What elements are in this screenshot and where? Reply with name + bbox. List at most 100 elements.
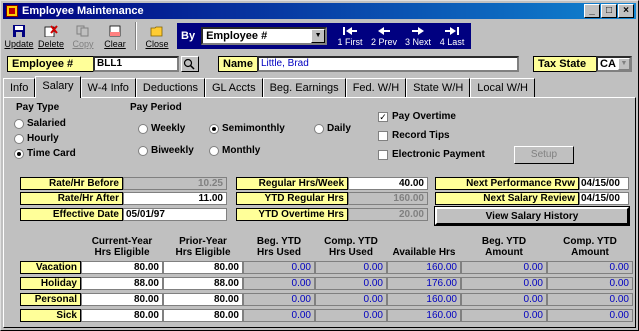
cell: 0.00 (315, 261, 387, 274)
prev-button[interactable]: 2 Prev (367, 23, 401, 49)
next-salary-review-label: Next Salary Review (435, 192, 579, 205)
rate-after-label: Rate/Hr After (20, 192, 123, 205)
setup-button[interactable]: Setup (514, 146, 574, 164)
cell[interactable]: 80.00 (81, 293, 163, 306)
pay-type-label: Pay Type (16, 102, 60, 113)
employee-number-label: Employee # (7, 56, 95, 72)
employee-header: Employee # BLL1 Name Little, Brad Tax St… (3, 54, 636, 74)
record-navigation: 1 First 2 Prev 3 Next 4 Last (331, 23, 472, 49)
row-label-vacation: Vacation (20, 261, 81, 274)
pay-type-hourly-radio[interactable]: Hourly (14, 133, 59, 144)
pay-period-daily-radio[interactable]: Daily (314, 123, 351, 134)
next-button[interactable]: 3 Next (401, 23, 435, 49)
cell: 0.00 (547, 309, 633, 322)
pay-type-time-card-radio[interactable]: Time Card (14, 148, 76, 159)
tab-local-wh[interactable]: Local W/H (470, 78, 536, 98)
cell[interactable]: 80.00 (163, 293, 243, 306)
cell: 160.00 (387, 309, 461, 322)
rate-after-field[interactable]: 11.00 (123, 192, 227, 205)
tab-beg-earnings[interactable]: Beg. Earnings (262, 78, 346, 98)
right-arrow-icon (412, 27, 425, 35)
maximize-button[interactable]: □ (601, 4, 617, 18)
last-button[interactable]: 4 Last (435, 23, 469, 49)
cell: 0.00 (547, 261, 633, 274)
pay-period-monthly-radio[interactable]: Monthly (209, 145, 260, 156)
tax-state-label: Tax State (533, 56, 597, 72)
record-tips-checkbox[interactable]: Record Tips (378, 130, 450, 141)
close-button[interactable]: Close (141, 21, 173, 51)
ytd-overtime-hrs-label: YTD Overtime Hrs (236, 208, 348, 221)
employee-number-field[interactable]: BLL1 (93, 56, 179, 72)
row-label-sick: Sick (20, 309, 81, 322)
cell: 0.00 (315, 277, 387, 290)
employee-lookup-button[interactable] (181, 56, 199, 72)
name-field[interactable]: Little, Brad (257, 56, 519, 72)
cell: 160.00 (387, 293, 461, 306)
last-arrow-icon (445, 27, 460, 35)
copy-button[interactable]: Copy (67, 21, 99, 51)
tab-strip: Info Salary W-4 Info Deductions GL Accts… (3, 76, 636, 98)
delete-button[interactable]: Delete (35, 21, 67, 51)
tab-state-wh[interactable]: State W/H (406, 78, 471, 98)
cell[interactable]: 88.00 (163, 277, 243, 290)
regular-hrs-week-label: Regular Hrs/Week (236, 177, 348, 190)
cell: 0.00 (461, 309, 547, 322)
cell[interactable]: 80.00 (163, 309, 243, 322)
tax-state-select[interactable]: CA ▼ (596, 56, 632, 72)
update-button[interactable]: Update (3, 21, 35, 51)
cell[interactable]: 80.00 (163, 261, 243, 274)
cell: 0.00 (315, 293, 387, 306)
rate-before-value: 10.25 (123, 177, 227, 190)
toolbar: Update Delete Copy Clear Close By Employ… (3, 20, 636, 52)
sort-by-group: By Employee # ▼ (177, 23, 332, 49)
ytd-regular-hrs-value: 160.00 (348, 192, 428, 205)
col-header-comp-ytd-amount: Comp. YTD Amount (563, 236, 617, 258)
cell[interactable]: 88.00 (81, 277, 163, 290)
cell: 0.00 (547, 277, 633, 290)
tab-fed-wh[interactable]: Fed. W/H (345, 78, 407, 98)
minimize-button[interactable]: _ (584, 4, 600, 18)
col-header-prior-year: Prior-Year Hrs Eligible (175, 236, 231, 258)
pay-period-semimonthly-radio[interactable]: Semimonthly (209, 123, 285, 134)
tab-salary[interactable]: Salary (35, 76, 81, 98)
tab-info[interactable]: Info (3, 78, 36, 98)
delete-icon (44, 25, 58, 37)
by-label: By (181, 30, 196, 42)
pay-overtime-checkbox[interactable]: ✓ Pay Overtime (378, 111, 456, 122)
cell[interactable]: 80.00 (81, 261, 163, 274)
pay-period-biweekly-radio[interactable]: Biweekly (138, 145, 194, 156)
chevron-down-icon: ▼ (311, 29, 326, 43)
floppy-disk-icon (13, 25, 25, 37)
cell: 160.00 (387, 261, 461, 274)
chevron-down-icon: ▼ (618, 58, 630, 70)
tab-deductions[interactable]: Deductions (135, 78, 205, 98)
next-performance-review-field[interactable]: 04/15/00 (579, 177, 629, 190)
next-salary-review-field[interactable]: 04/15/00 (579, 192, 629, 205)
search-icon (183, 58, 195, 70)
title-bar: Employee Maintenance _ □ × (3, 3, 636, 19)
row-label-holiday: Holiday (20, 277, 81, 290)
cell: 176.00 (387, 277, 461, 290)
next-performance-review-label: Next Performance Rvw (435, 177, 579, 190)
electronic-payment-checkbox[interactable]: Electronic Payment (378, 149, 485, 160)
sort-by-select[interactable]: Employee # ▼ (201, 27, 328, 45)
effective-date-field[interactable]: 05/01/97 (123, 208, 227, 221)
tab-gl-accts[interactable]: GL Accts (204, 78, 263, 98)
cell: 0.00 (243, 309, 315, 322)
close-window-button[interactable]: × (618, 4, 634, 18)
tab-w4-info[interactable]: W-4 Info (80, 78, 136, 98)
row-label-personal: Personal (20, 293, 81, 306)
col-header-comp-ytd-hrs: Comp. YTD Hrs Used (324, 236, 378, 258)
cell: 0.00 (243, 277, 315, 290)
cell: 0.00 (547, 293, 633, 306)
pay-type-salaried-radio[interactable]: Salaried (14, 118, 66, 129)
first-button[interactable]: 1 First (333, 23, 367, 49)
rate-before-label: Rate/Hr Before (20, 177, 123, 190)
cell: 0.00 (461, 293, 547, 306)
clear-button[interactable]: Clear (99, 21, 131, 51)
pay-period-weekly-radio[interactable]: Weekly (138, 123, 185, 134)
view-salary-history-button[interactable]: View Salary History (434, 206, 630, 226)
col-header-beg-ytd-amount: Beg. YTD Amount (481, 236, 527, 258)
regular-hrs-week-field[interactable]: 40.00 (348, 177, 428, 190)
cell[interactable]: 80.00 (81, 309, 163, 322)
